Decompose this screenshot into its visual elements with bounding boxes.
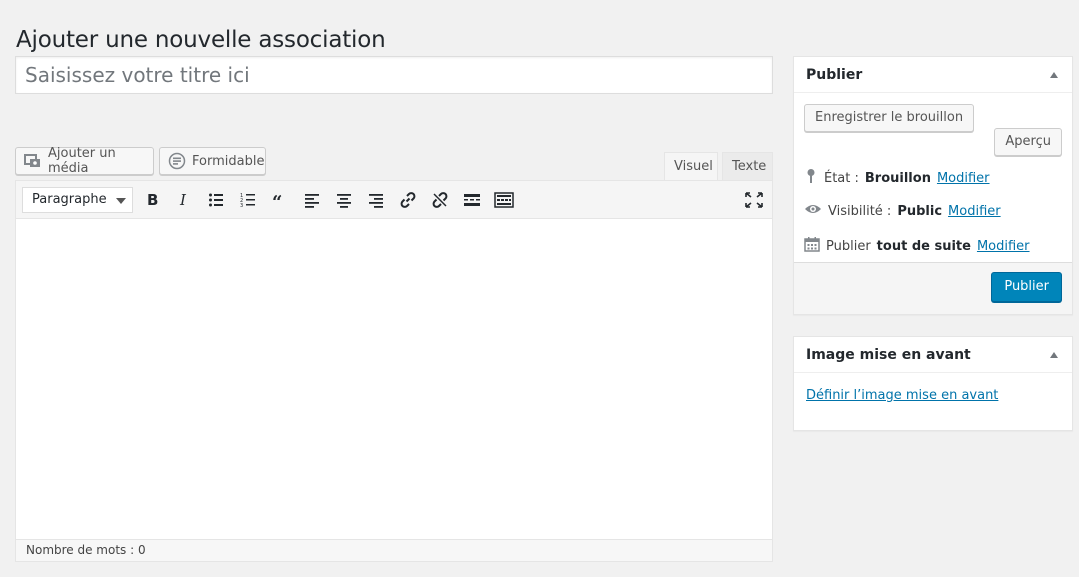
publish-box-title: Publier (806, 67, 863, 83)
editor-toolbar: Paragraphe B I 1 2 3 “ (16, 181, 772, 219)
featured-image-box: Image mise en avant Définir l’image mise… (793, 336, 1073, 431)
blockquote-icon[interactable]: “ (268, 188, 292, 212)
calendar-icon (804, 236, 820, 256)
editor-content-area[interactable] (16, 219, 772, 539)
preview-button[interactable]: Aperçu (994, 128, 1062, 156)
visibility-value: Public (897, 203, 943, 219)
collapse-arrow-icon[interactable] (1050, 352, 1058, 358)
schedule-row: Publier tout de suite Modifier (804, 236, 1030, 256)
link-icon[interactable] (396, 188, 420, 212)
publish-box-header[interactable]: Publier (794, 57, 1072, 93)
publish-button[interactable]: Publier (991, 272, 1062, 302)
collapse-arrow-icon[interactable] (1050, 72, 1058, 78)
format-select-value: Paragraphe (32, 192, 107, 207)
featured-image-header[interactable]: Image mise en avant (794, 337, 1072, 373)
status-label: État : (824, 170, 859, 186)
formidable-button[interactable]: Formidable (159, 147, 266, 175)
svg-text:I: I (179, 192, 187, 208)
edit-visibility-link[interactable]: Modifier (948, 204, 1001, 219)
align-center-icon[interactable] (332, 188, 356, 212)
save-draft-button[interactable]: Enregistrer le brouillon (804, 104, 975, 132)
unlink-icon[interactable] (428, 188, 452, 212)
svg-text:B: B (147, 192, 158, 208)
schedule-value: tout de suite (876, 238, 971, 254)
eye-icon (804, 202, 822, 220)
status-row: État : Brouillon Modifier (804, 168, 990, 188)
add-media-button[interactable]: Ajouter un média (15, 146, 154, 176)
add-media-label: Ajouter un média (48, 146, 116, 176)
visibility-row: Visibilité : Public Modifier (804, 202, 1001, 220)
edit-schedule-link[interactable]: Modifier (977, 239, 1030, 254)
visibility-label: Visibilité : (828, 203, 892, 219)
italic-icon[interactable]: I (172, 188, 196, 212)
featured-image-title: Image mise en avant (806, 347, 971, 363)
formidable-label: Formidable (192, 153, 265, 169)
format-select[interactable]: Paragraphe (22, 187, 133, 213)
bold-icon[interactable]: B (140, 188, 164, 212)
edit-status-link[interactable]: Modifier (937, 171, 990, 186)
bullet-list-icon[interactable] (204, 188, 228, 212)
svg-text:3: 3 (240, 203, 243, 208)
publish-box: Publier Enregistrer le brouillon Aperçu … (793, 56, 1073, 315)
align-right-icon[interactable] (364, 188, 388, 212)
chevron-down-icon (116, 198, 126, 204)
schedule-label: Publier (826, 238, 871, 254)
page-title: Ajouter une nouvelle association (16, 27, 386, 54)
numbered-list-icon[interactable]: 1 2 3 (236, 188, 260, 212)
set-featured-image-link[interactable]: Définir l’image mise en avant (806, 388, 998, 403)
media-icon (24, 153, 42, 169)
post-title-input[interactable] (15, 56, 773, 94)
word-count: Nombre de mots : 0 (16, 539, 772, 561)
formidable-icon (168, 152, 186, 170)
publish-actions: Publier (794, 262, 1072, 314)
align-left-icon[interactable] (300, 188, 324, 212)
pin-icon (804, 168, 818, 188)
tab-text[interactable]: Texte (722, 152, 773, 181)
read-more-icon[interactable] (460, 188, 484, 212)
status-value: Brouillon (864, 170, 931, 186)
tab-visual[interactable]: Visuel (664, 152, 718, 181)
editor: Paragraphe B I 1 2 3 “ Nombre de mots: … (15, 180, 773, 562)
toolbar-toggle-icon[interactable] (492, 188, 516, 212)
fullscreen-icon[interactable] (742, 188, 766, 212)
svg-text:“: “ (272, 192, 282, 208)
